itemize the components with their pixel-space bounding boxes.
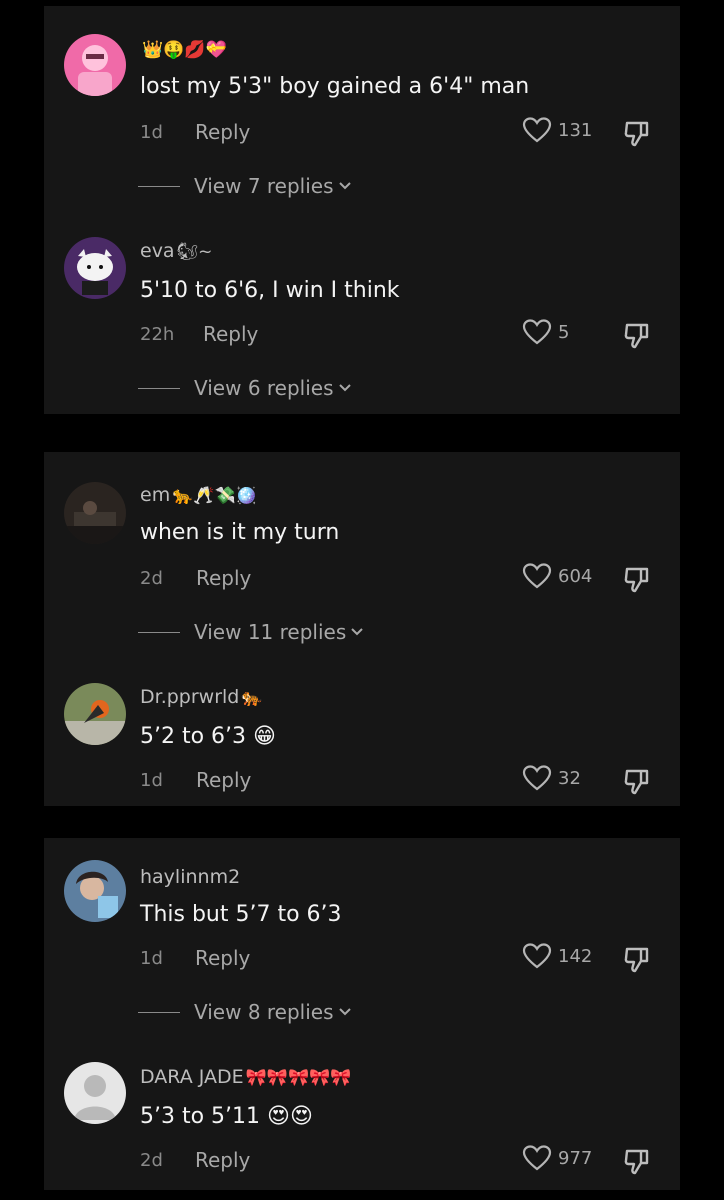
like-count: 977 xyxy=(558,1147,593,1169)
username[interactable]: eva 🐿~ xyxy=(140,240,212,262)
comment-text: This but 5’7 to 6’3 xyxy=(140,902,342,927)
avatar[interactable] xyxy=(64,482,126,544)
like-button[interactable]: 604 xyxy=(522,562,592,590)
comment-panel-1: 👑🤑💋💝 lost my 5'3" boy gained a 6'4" man … xyxy=(44,6,680,414)
heart-icon xyxy=(522,765,552,791)
timestamp: 2d xyxy=(140,1150,163,1171)
view-replies-button[interactable]: View 8 replies xyxy=(138,1000,352,1024)
dislike-button[interactable] xyxy=(622,944,654,976)
view-replies-button[interactable]: View 6 replies xyxy=(138,376,352,400)
like-button[interactable]: 142 xyxy=(522,942,592,970)
comment-text: 5’2 to 6’3 😁 xyxy=(140,724,276,749)
username[interactable]: Dr.pprwrld 🐅 xyxy=(140,686,263,708)
comment: eva 🐿~ 5'10 to 6'6, I win I think 22h Rep… xyxy=(44,208,680,414)
heart-icon xyxy=(522,943,552,969)
dislike-button[interactable] xyxy=(622,1146,654,1178)
heart-icon xyxy=(522,319,552,345)
comment: Dr.pprwrld 🐅 5’2 to 6’3 😁 1d Reply 32 xyxy=(44,654,680,806)
badge-emojis: 🐅 xyxy=(241,688,263,708)
comment-text: lost my 5'3" boy gained a 6'4" man xyxy=(140,74,530,99)
comment-text: 5’3 to 5’11 😍😍 xyxy=(140,1104,313,1129)
username[interactable]: em 🐆🥂💸🪩 xyxy=(140,484,257,506)
divider-line xyxy=(138,1011,180,1013)
heart-icon xyxy=(522,117,552,143)
dislike-button[interactable] xyxy=(622,118,654,150)
avatar[interactable] xyxy=(64,683,126,745)
username[interactable]: haylinnm2 xyxy=(140,866,242,888)
view-replies-button[interactable]: View 11 replies xyxy=(138,620,364,644)
like-button[interactable]: 131 xyxy=(522,116,592,144)
avatar[interactable] xyxy=(64,34,126,96)
badge-emojis: 👑🤑💋💝 xyxy=(142,40,227,60)
timestamp: 1d xyxy=(140,948,163,969)
chevron-down-icon xyxy=(338,182,351,190)
comment-text: when is it my turn xyxy=(140,520,340,545)
thumbs-down-icon xyxy=(624,567,649,593)
comment: 👑🤑💋💝 lost my 5'3" boy gained a 6'4" man … xyxy=(44,6,680,208)
like-count: 142 xyxy=(558,945,593,967)
chevron-down-icon xyxy=(351,628,363,636)
timestamp: 2d xyxy=(140,568,163,589)
like-button[interactable]: 32 xyxy=(522,764,581,792)
like-button[interactable]: 977 xyxy=(522,1144,592,1172)
thumbs-down-icon xyxy=(624,769,649,795)
dislike-button[interactable] xyxy=(622,564,654,596)
like-count: 131 xyxy=(558,119,593,141)
reply-button[interactable]: Reply xyxy=(203,322,258,346)
divider-line xyxy=(138,185,180,187)
reply-button[interactable]: Reply xyxy=(196,566,251,590)
divider-line xyxy=(138,631,180,633)
chevron-down-icon xyxy=(338,384,351,392)
comment: haylinnm2 This but 5’7 to 6’3 1d Reply 1… xyxy=(44,838,680,1038)
username[interactable]: 👑🤑💋💝 xyxy=(140,38,227,60)
heart-icon xyxy=(522,1145,552,1171)
view-replies-button[interactable]: View 7 replies xyxy=(138,174,352,198)
comment-text: 5'10 to 6'6, I win I think xyxy=(140,278,400,303)
timestamp: 1d xyxy=(140,770,163,791)
reply-button[interactable]: Reply xyxy=(195,946,250,970)
reply-button[interactable]: Reply xyxy=(196,768,251,792)
badge-emojis: 🐆🥂💸🪩 xyxy=(172,486,257,506)
badge-emojis: 🐿~ xyxy=(176,242,213,262)
avatar[interactable] xyxy=(64,860,126,922)
avatar[interactable] xyxy=(64,1062,126,1124)
divider-line xyxy=(138,387,180,389)
comment: em 🐆🥂💸🪩 when is it my turn 2d Reply 604 V… xyxy=(44,452,680,654)
like-count: 604 xyxy=(558,565,593,587)
timestamp: 22h xyxy=(140,324,175,345)
thumbs-down-icon xyxy=(624,947,649,973)
heart-icon xyxy=(522,563,552,589)
comment-panel-2: em 🐆🥂💸🪩 when is it my turn 2d Reply 604 V… xyxy=(44,452,680,806)
timestamp: 1d xyxy=(140,122,163,143)
username[interactable]: DARA JADE 🎀🎀🎀🎀🎀 xyxy=(140,1066,352,1088)
badge-emojis: 🎀🎀🎀🎀🎀 xyxy=(245,1068,352,1088)
reply-button[interactable]: Reply xyxy=(195,120,250,144)
dislike-button[interactable] xyxy=(622,766,654,798)
thumbs-down-icon xyxy=(624,323,649,349)
comment-panel-3: haylinnm2 This but 5’7 to 6’3 1d Reply 1… xyxy=(44,838,680,1190)
dislike-button[interactable] xyxy=(622,320,654,352)
reply-button[interactable]: Reply xyxy=(195,1148,250,1172)
comment: DARA JADE 🎀🎀🎀🎀🎀 5’3 to 5’11 😍😍 2d Reply 9… xyxy=(44,1038,680,1190)
thumbs-down-icon xyxy=(624,121,649,147)
like-button[interactable]: 5 xyxy=(522,318,569,346)
avatar[interactable] xyxy=(64,237,126,299)
chevron-down-icon xyxy=(338,1008,351,1016)
like-count: 32 xyxy=(558,767,581,789)
thumbs-down-icon xyxy=(624,1149,649,1175)
like-count: 5 xyxy=(558,321,570,343)
